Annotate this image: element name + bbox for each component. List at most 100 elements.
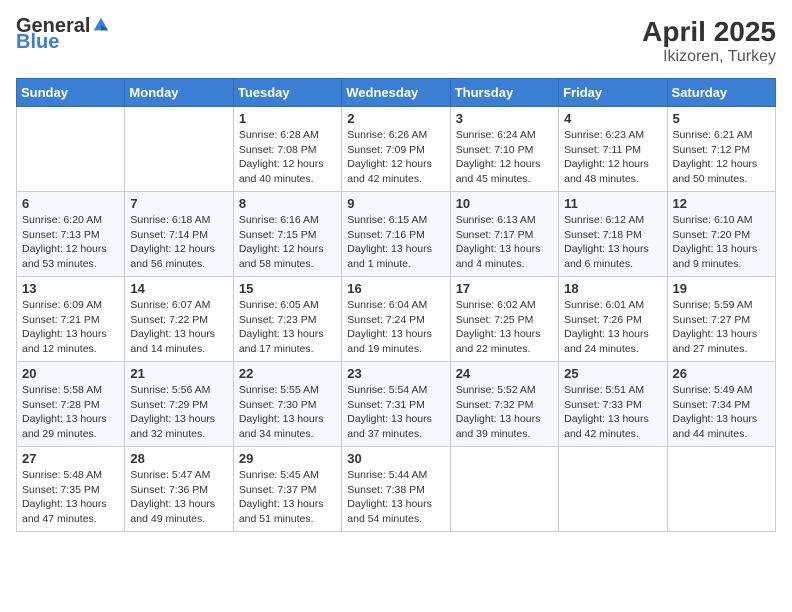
day-number: 21 bbox=[130, 366, 227, 381]
day-number: 16 bbox=[347, 281, 444, 296]
calendar-cell: 20 Sunrise: 5:58 AM Sunset: 7:28 PM Dayli… bbox=[17, 362, 125, 447]
calendar-cell: 1Sunrise: 6:28 AM Sunset: 7:08 PM Daylig… bbox=[233, 107, 341, 192]
page-subtitle: Ikizoren, Turkey bbox=[642, 48, 776, 66]
day-header-saturday: Saturday bbox=[667, 79, 775, 107]
calendar-cell: 29 Sunrise: 5:45 AM Sunset: 7:37 PM Dayli… bbox=[233, 447, 341, 532]
header: General Blue April 2025 Ikizoren, Turkey bbox=[16, 16, 776, 66]
day-info: Sunrise: 6:16 AM Sunset: 7:15 PM Dayligh… bbox=[239, 213, 336, 272]
day-info: Sunrise: 6:01 AM Sunset: 7:26 PM Dayligh… bbox=[564, 298, 661, 357]
day-number: 10 bbox=[456, 196, 553, 211]
day-header-friday: Friday bbox=[559, 79, 667, 107]
day-header-thursday: Thursday bbox=[450, 79, 558, 107]
day-info: Sunrise: 6:05 AM Sunset: 7:23 PM Dayligh… bbox=[239, 298, 336, 357]
day-number: 30 bbox=[347, 451, 444, 466]
calendar-cell: 13 Sunrise: 6:09 AM Sunset: 7:21 PM Dayli… bbox=[17, 277, 125, 362]
day-number: 19 bbox=[673, 281, 770, 296]
day-info: Sunrise: 5:58 AM Sunset: 7:28 PM Dayligh… bbox=[22, 383, 119, 442]
calendar-cell: 22 Sunrise: 5:55 AM Sunset: 7:30 PM Dayli… bbox=[233, 362, 341, 447]
day-header-monday: Monday bbox=[125, 79, 233, 107]
day-number: 25 bbox=[564, 366, 661, 381]
calendar-cell: 30 Sunrise: 5:44 AM Sunset: 7:38 PM Dayli… bbox=[342, 447, 450, 532]
calendar-cell: 17 Sunrise: 6:02 AM Sunset: 7:25 PM Dayli… bbox=[450, 277, 558, 362]
day-header-wednesday: Wednesday bbox=[342, 79, 450, 107]
day-info: Sunrise: 6:15 AM Sunset: 7:16 PM Dayligh… bbox=[347, 213, 444, 272]
calendar-cell: 3 Sunrise: 6:24 AM Sunset: 7:10 PM Daylig… bbox=[450, 107, 558, 192]
calendar-week-2: 6 Sunrise: 6:20 AM Sunset: 7:13 PM Daylig… bbox=[17, 192, 776, 277]
day-info: Sunrise: 6:09 AM Sunset: 7:21 PM Dayligh… bbox=[22, 298, 119, 357]
day-info: Sunrise: 5:59 AM Sunset: 7:27 PM Dayligh… bbox=[673, 298, 770, 357]
calendar-week-4: 20 Sunrise: 5:58 AM Sunset: 7:28 PM Dayli… bbox=[17, 362, 776, 447]
logo-icon bbox=[92, 16, 110, 34]
calendar-cell bbox=[667, 447, 775, 532]
day-number: 14 bbox=[130, 281, 227, 296]
day-info: Sunrise: 5:55 AM Sunset: 7:30 PM Dayligh… bbox=[239, 383, 336, 442]
calendar-cell: 14 Sunrise: 6:07 AM Sunset: 7:22 PM Dayli… bbox=[125, 277, 233, 362]
calendar-week-5: 27 Sunrise: 5:48 AM Sunset: 7:35 PM Dayli… bbox=[17, 447, 776, 532]
day-number: 12 bbox=[673, 196, 770, 211]
calendar-cell: 4Sunrise: 6:23 AM Sunset: 7:11 PM Daylig… bbox=[559, 107, 667, 192]
day-number: 5 bbox=[673, 111, 770, 126]
day-number: 28 bbox=[130, 451, 227, 466]
calendar-cell: 12Sunrise: 6:10 AM Sunset: 7:20 PM Dayli… bbox=[667, 192, 775, 277]
calendar-cell: 28 Sunrise: 5:47 AM Sunset: 7:36 PM Dayli… bbox=[125, 447, 233, 532]
day-info: Sunrise: 6:20 AM Sunset: 7:13 PM Dayligh… bbox=[22, 213, 119, 272]
calendar-cell: 21 Sunrise: 5:56 AM Sunset: 7:29 PM Dayli… bbox=[125, 362, 233, 447]
day-info: Sunrise: 6:24 AM Sunset: 7:10 PM Dayligh… bbox=[456, 128, 553, 187]
day-info: Sunrise: 5:48 AM Sunset: 7:35 PM Dayligh… bbox=[22, 468, 119, 527]
day-number: 15 bbox=[239, 281, 336, 296]
calendar-cell bbox=[450, 447, 558, 532]
day-number: 20 bbox=[22, 366, 119, 381]
logo-blue: Blue bbox=[16, 32, 59, 52]
day-number: 24 bbox=[456, 366, 553, 381]
day-info: Sunrise: 5:45 AM Sunset: 7:37 PM Dayligh… bbox=[239, 468, 336, 527]
day-info: Sunrise: 6:28 AM Sunset: 7:08 PM Dayligh… bbox=[239, 128, 336, 187]
calendar-cell: 25 Sunrise: 5:51 AM Sunset: 7:33 PM Dayli… bbox=[559, 362, 667, 447]
day-info: Sunrise: 5:49 AM Sunset: 7:34 PM Dayligh… bbox=[673, 383, 770, 442]
calendar-cell: 19 Sunrise: 5:59 AM Sunset: 7:27 PM Dayli… bbox=[667, 277, 775, 362]
day-number: 22 bbox=[239, 366, 336, 381]
calendar-cell: 26 Sunrise: 5:49 AM Sunset: 7:34 PM Dayli… bbox=[667, 362, 775, 447]
day-info: Sunrise: 6:07 AM Sunset: 7:22 PM Dayligh… bbox=[130, 298, 227, 357]
calendar-cell bbox=[125, 107, 233, 192]
calendar-cell: 27 Sunrise: 5:48 AM Sunset: 7:35 PM Dayli… bbox=[17, 447, 125, 532]
calendar: SundayMondayTuesdayWednesdayThursdayFrid… bbox=[16, 78, 776, 532]
day-info: Sunrise: 5:54 AM Sunset: 7:31 PM Dayligh… bbox=[347, 383, 444, 442]
day-number: 27 bbox=[22, 451, 119, 466]
day-number: 18 bbox=[564, 281, 661, 296]
calendar-cell: 9 Sunrise: 6:15 AM Sunset: 7:16 PM Daylig… bbox=[342, 192, 450, 277]
calendar-cell: 10 Sunrise: 6:13 AM Sunset: 7:17 PM Dayli… bbox=[450, 192, 558, 277]
day-number: 17 bbox=[456, 281, 553, 296]
calendar-cell: 18 Sunrise: 6:01 AM Sunset: 7:26 PM Dayli… bbox=[559, 277, 667, 362]
day-info: Sunrise: 6:02 AM Sunset: 7:25 PM Dayligh… bbox=[456, 298, 553, 357]
day-info: Sunrise: 6:21 AM Sunset: 7:12 PM Dayligh… bbox=[673, 128, 770, 187]
day-number: 9 bbox=[347, 196, 444, 211]
day-header-tuesday: Tuesday bbox=[233, 79, 341, 107]
calendar-cell: 7 Sunrise: 6:18 AM Sunset: 7:14 PM Daylig… bbox=[125, 192, 233, 277]
calendar-week-1: 1Sunrise: 6:28 AM Sunset: 7:08 PM Daylig… bbox=[17, 107, 776, 192]
day-number: 11 bbox=[564, 196, 661, 211]
title-area: April 2025 Ikizoren, Turkey bbox=[642, 16, 776, 66]
calendar-header-row: SundayMondayTuesdayWednesdayThursdayFrid… bbox=[17, 79, 776, 107]
day-number: 29 bbox=[239, 451, 336, 466]
day-number: 8 bbox=[239, 196, 336, 211]
day-info: Sunrise: 5:44 AM Sunset: 7:38 PM Dayligh… bbox=[347, 468, 444, 527]
day-info: Sunrise: 6:13 AM Sunset: 7:17 PM Dayligh… bbox=[456, 213, 553, 272]
day-number: 7 bbox=[130, 196, 227, 211]
calendar-cell bbox=[17, 107, 125, 192]
day-number: 26 bbox=[673, 366, 770, 381]
day-number: 6 bbox=[22, 196, 119, 211]
day-number: 3 bbox=[456, 111, 553, 126]
calendar-cell: 5 Sunrise: 6:21 AM Sunset: 7:12 PM Daylig… bbox=[667, 107, 775, 192]
day-info: Sunrise: 5:51 AM Sunset: 7:33 PM Dayligh… bbox=[564, 383, 661, 442]
logo: General Blue bbox=[16, 16, 110, 52]
day-info: Sunrise: 6:04 AM Sunset: 7:24 PM Dayligh… bbox=[347, 298, 444, 357]
day-info: Sunrise: 6:18 AM Sunset: 7:14 PM Dayligh… bbox=[130, 213, 227, 272]
page-title: April 2025 bbox=[642, 16, 776, 48]
day-info: Sunrise: 5:47 AM Sunset: 7:36 PM Dayligh… bbox=[130, 468, 227, 527]
calendar-cell: 15 Sunrise: 6:05 AM Sunset: 7:23 PM Dayli… bbox=[233, 277, 341, 362]
day-number: 4 bbox=[564, 111, 661, 126]
day-number: 13 bbox=[22, 281, 119, 296]
day-number: 2 bbox=[347, 111, 444, 126]
day-header-sunday: Sunday bbox=[17, 79, 125, 107]
day-info: Sunrise: 5:56 AM Sunset: 7:29 PM Dayligh… bbox=[130, 383, 227, 442]
